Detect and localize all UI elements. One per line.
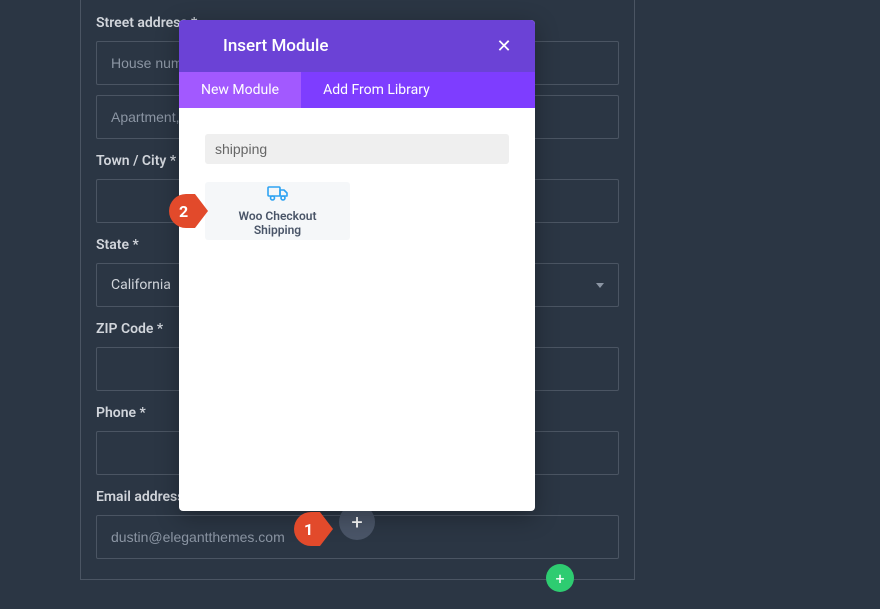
close-icon: ✕ <box>496 36 511 57</box>
plus-icon: + <box>555 569 564 588</box>
modal-title: Insert Module <box>223 36 328 56</box>
module-search-input[interactable] <box>205 134 509 164</box>
callout-badge-2: 2 <box>169 194 195 228</box>
modal-header: Insert Module ✕ <box>179 20 535 72</box>
module-label: Woo CheckoutShipping <box>238 210 316 238</box>
close-button[interactable]: ✕ <box>493 35 515 57</box>
insert-module-modal: Insert Module ✕ New Module Add From Libr… <box>179 20 535 511</box>
callout-badge-1: 1 <box>294 512 320 546</box>
modal-tabs: New Module Add From Library <box>179 72 535 108</box>
truck-icon <box>267 185 289 205</box>
state-value: California <box>111 277 171 293</box>
tab-add-from-library[interactable]: Add From Library <box>301 72 452 108</box>
modal-body: Woo CheckoutShipping <box>179 108 535 511</box>
module-woo-checkout-shipping[interactable]: Woo CheckoutShipping <box>205 182 350 240</box>
plus-icon: + <box>351 510 362 534</box>
chevron-down-icon <box>596 283 604 288</box>
add-section-button[interactable]: + <box>546 564 574 592</box>
tab-new-module[interactable]: New Module <box>179 72 301 108</box>
